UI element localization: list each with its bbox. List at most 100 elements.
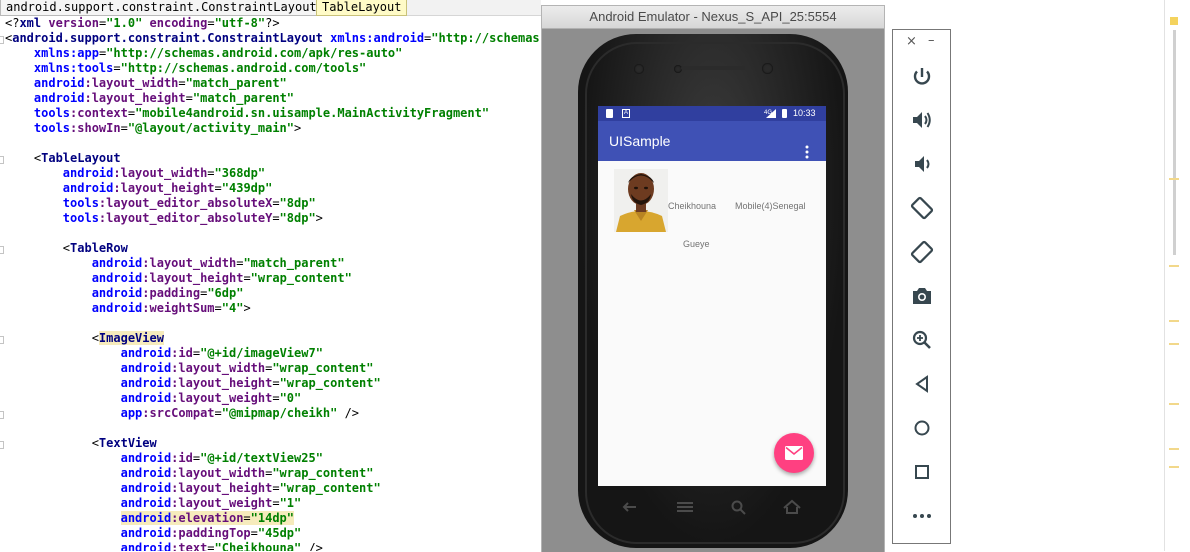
breadcrumb-item-tablelayout[interactable]: TableLayout [316, 0, 408, 16]
code-line[interactable]: tools:layout_editor_absoluteY="8dp"> [5, 211, 323, 226]
code-line[interactable]: <TableLayout [5, 151, 121, 166]
editor-error-stripe[interactable] [1164, 0, 1190, 551]
close-icon[interactable]: × [906, 34, 917, 49]
volume-down-button[interactable] [910, 152, 934, 176]
code-line[interactable]: android:layout_width="match_parent" [5, 256, 345, 271]
scrollbar-thumb[interactable] [1173, 30, 1176, 255]
code-line[interactable]: android:id="@+id/textView25" [5, 451, 323, 466]
power-button[interactable] [910, 65, 934, 89]
code-editor[interactable]: <?xml version="1.0" encoding="utf-8"?> <a… [0, 16, 541, 551]
code-line[interactable]: android:weightSum="4"> [5, 301, 251, 316]
fold-toggle-icon[interactable] [0, 336, 4, 344]
device-screen[interactable]: A 4G 10:33 UISample Cheikhouna Mobile(4)… [598, 106, 826, 486]
code-line[interactable]: android:layout_width="wrap_content" [5, 361, 374, 376]
more-button[interactable] [910, 504, 934, 528]
code-token: < [5, 151, 42, 165]
code-token: "http://schemas.android.com/apk/res-auto… [106, 46, 403, 60]
fold-toggle-icon[interactable] [0, 441, 4, 449]
power-icon [913, 68, 931, 85]
code-token: android [120, 526, 172, 540]
code-line[interactable]: android:padding="6dp" [5, 286, 244, 301]
code-token: "4" [221, 301, 244, 315]
fold-toggle-icon[interactable] [0, 156, 4, 164]
code-line[interactable]: android:text="Cheikhouna" /> [5, 541, 323, 551]
marker[interactable] [1169, 178, 1179, 180]
menu-nav-icon[interactable] [674, 498, 696, 516]
search-nav-icon[interactable] [728, 498, 750, 516]
code-token: = [207, 16, 215, 30]
code-token: android [91, 301, 143, 315]
code-line[interactable]: android:paddingTop="45dp" [5, 526, 302, 541]
code-line[interactable]: android:layout_height="wrap_content" [5, 376, 381, 391]
zoom-button[interactable] [910, 328, 934, 352]
code-line[interactable]: android:layout_width="368dp" [5, 166, 265, 181]
overview-button[interactable] [910, 460, 934, 484]
code-line[interactable]: android:layout_weight="1" [5, 496, 302, 511]
fold-toggle-icon[interactable] [0, 411, 4, 419]
marker[interactable] [1169, 466, 1179, 468]
code-line[interactable]: tools:layout_editor_absoluteX="8dp" [5, 196, 316, 211]
sensor-icon [634, 64, 644, 74]
code-line[interactable]: android:layout_height="match_parent" [5, 91, 294, 106]
fold-toggle-icon[interactable] [0, 36, 4, 44]
code-line[interactable]: android:id="@+id/imageView7" [5, 346, 323, 361]
code-token: TextView [98, 436, 157, 450]
home-button[interactable] [910, 416, 934, 440]
code-token: = [214, 406, 222, 420]
code-token: :layout_weight [171, 496, 273, 510]
code-line[interactable]: android:layout_width="match_parent" [5, 76, 287, 91]
code-token: = [207, 541, 215, 551]
code-line[interactable]: android:elevation="14dp" [5, 511, 295, 526]
code-line[interactable]: <ImageView [5, 331, 164, 346]
mail-fab-button[interactable] [774, 433, 814, 473]
code-line[interactable]: android:layout_height="439dp" [5, 181, 273, 196]
code-line[interactable]: android:layout_height="wrap_content" [5, 481, 381, 496]
back-nav-icon[interactable] [618, 498, 640, 516]
screenshot-button[interactable] [910, 284, 934, 308]
code-token: "match_parent" [192, 91, 295, 105]
code-token: TableLayout [41, 151, 121, 165]
code-line[interactable]: <android.support.constraint.ConstraintLa… [5, 31, 541, 46]
marker[interactable] [1169, 343, 1179, 345]
code-token: > [243, 301, 251, 315]
code-line[interactable]: <?xml version="1.0" encoding="utf-8"?> [5, 16, 280, 31]
code-line[interactable]: tools:context="mobile4android.sn.uisampl… [5, 106, 489, 121]
code-token: android [120, 481, 172, 495]
code-token: :layout_height [171, 376, 273, 390]
code-line[interactable]: xmlns:tools="http://schemas.android.com/… [5, 61, 366, 76]
code-token: < [5, 331, 99, 345]
rotate-right-button[interactable] [910, 240, 934, 264]
home-nav-icon[interactable] [781, 498, 803, 516]
code-line[interactable]: android:layout_weight="0" [5, 391, 302, 406]
code-token: = [243, 271, 251, 285]
overflow-menu-icon[interactable] [805, 134, 809, 159]
minimize-icon[interactable]: – [928, 33, 935, 48]
code-line[interactable]: tools:showIn="@layout/activity_main"> [5, 121, 301, 136]
marker[interactable] [1169, 448, 1179, 450]
code-line[interactable]: app:srcCompat="@mipmap/cheikh" /> [5, 406, 359, 421]
fold-toggle-icon[interactable] [0, 246, 4, 254]
breadcrumb-item-constraintlayout[interactable]: android.support.constraint.ConstraintLay… [0, 0, 323, 16]
rotate-left-button[interactable] [910, 196, 934, 220]
code-token: :layout_weight [171, 391, 273, 405]
marker[interactable] [1169, 403, 1179, 405]
code-line[interactable]: android:layout_width="wrap_content" [5, 466, 374, 481]
code-line[interactable]: <TextView [5, 436, 157, 451]
emulator-title[interactable]: Android Emulator - Nexus_S_API_25:5554 [542, 6, 884, 29]
code-token: :layout_height [113, 181, 215, 195]
back-button[interactable] [910, 372, 934, 396]
code-line[interactable]: android:layout_height="wrap_content" [5, 271, 352, 286]
volume-up-button[interactable] [910, 108, 934, 132]
code-line[interactable]: xmlns:app="http://schemas.android.com/ap… [5, 46, 402, 61]
code-token: android [91, 286, 143, 300]
marker[interactable] [1169, 265, 1179, 267]
marker[interactable] [1169, 320, 1179, 322]
code-token: = [214, 181, 222, 195]
emulator-window: Android Emulator - Nexus_S_API_25:5554 A… [541, 5, 885, 552]
code-line[interactable]: <TableRow [5, 241, 128, 256]
